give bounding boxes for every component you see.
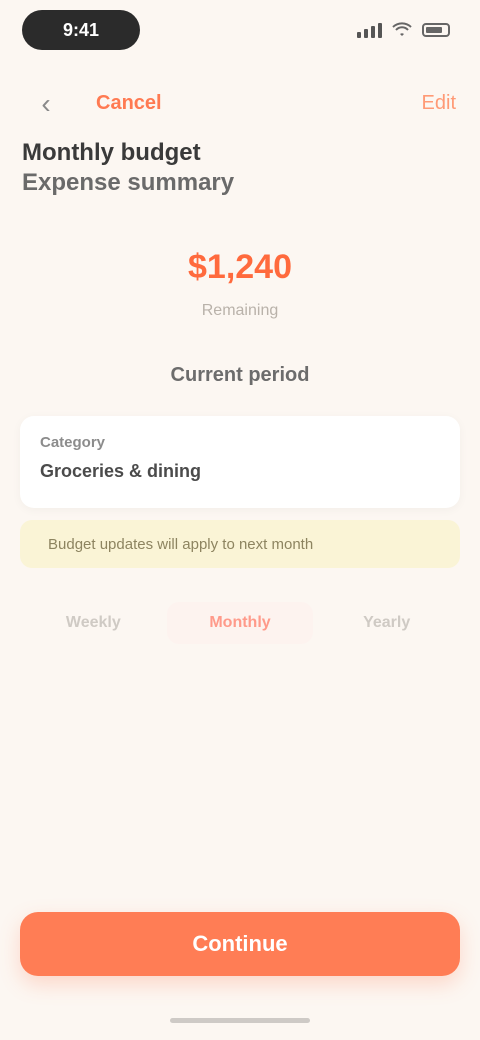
segment-yearly[interactable]: Yearly bbox=[313, 602, 460, 644]
info-card[interactable]: Category Groceries & dining bbox=[20, 416, 460, 508]
section-label: Current period bbox=[170, 364, 310, 386]
page-title-block: Monthly budget Expense summary bbox=[22, 138, 282, 198]
page-subtitle: Expense summary bbox=[22, 169, 235, 196]
wifi-icon bbox=[392, 22, 412, 36]
page-title: Monthly budget bbox=[22, 139, 201, 166]
status-icons bbox=[354, 18, 450, 42]
edit-link[interactable]: Edit bbox=[422, 92, 456, 115]
notice-text: Budget updates will apply to next month bbox=[48, 535, 314, 553]
segment-monthly[interactable]: Monthly bbox=[166, 602, 314, 644]
navigation-bar: ‹ Cancel Edit bbox=[0, 82, 480, 126]
summary-value: $1,240 bbox=[188, 248, 292, 286]
back-button[interactable]: ‹ bbox=[28, 86, 64, 122]
app-screen: 9:41 ‹ Cancel Edit Monthly budget Expens… bbox=[0, 0, 480, 1040]
signal-icon bbox=[357, 22, 382, 38]
summary-caption: Remaining bbox=[201, 302, 279, 319]
battery-icon bbox=[422, 23, 450, 37]
status-time: 9:41 bbox=[22, 10, 140, 50]
card-value: Groceries & dining bbox=[40, 461, 202, 481]
segment-weekly[interactable]: Weekly bbox=[20, 602, 167, 644]
card-label: Category bbox=[40, 434, 106, 451]
chevron-left-icon: ‹ bbox=[41, 88, 51, 119]
period-segmented-control: Weekly Monthly Yearly bbox=[20, 596, 460, 650]
cancel-link[interactable]: Cancel bbox=[96, 92, 162, 115]
status-bar: 9:41 bbox=[0, 0, 480, 64]
notice-banner: Budget updates will apply to next month bbox=[20, 520, 460, 568]
continue-button[interactable]: Continue bbox=[20, 912, 460, 976]
home-indicator bbox=[170, 1018, 310, 1023]
